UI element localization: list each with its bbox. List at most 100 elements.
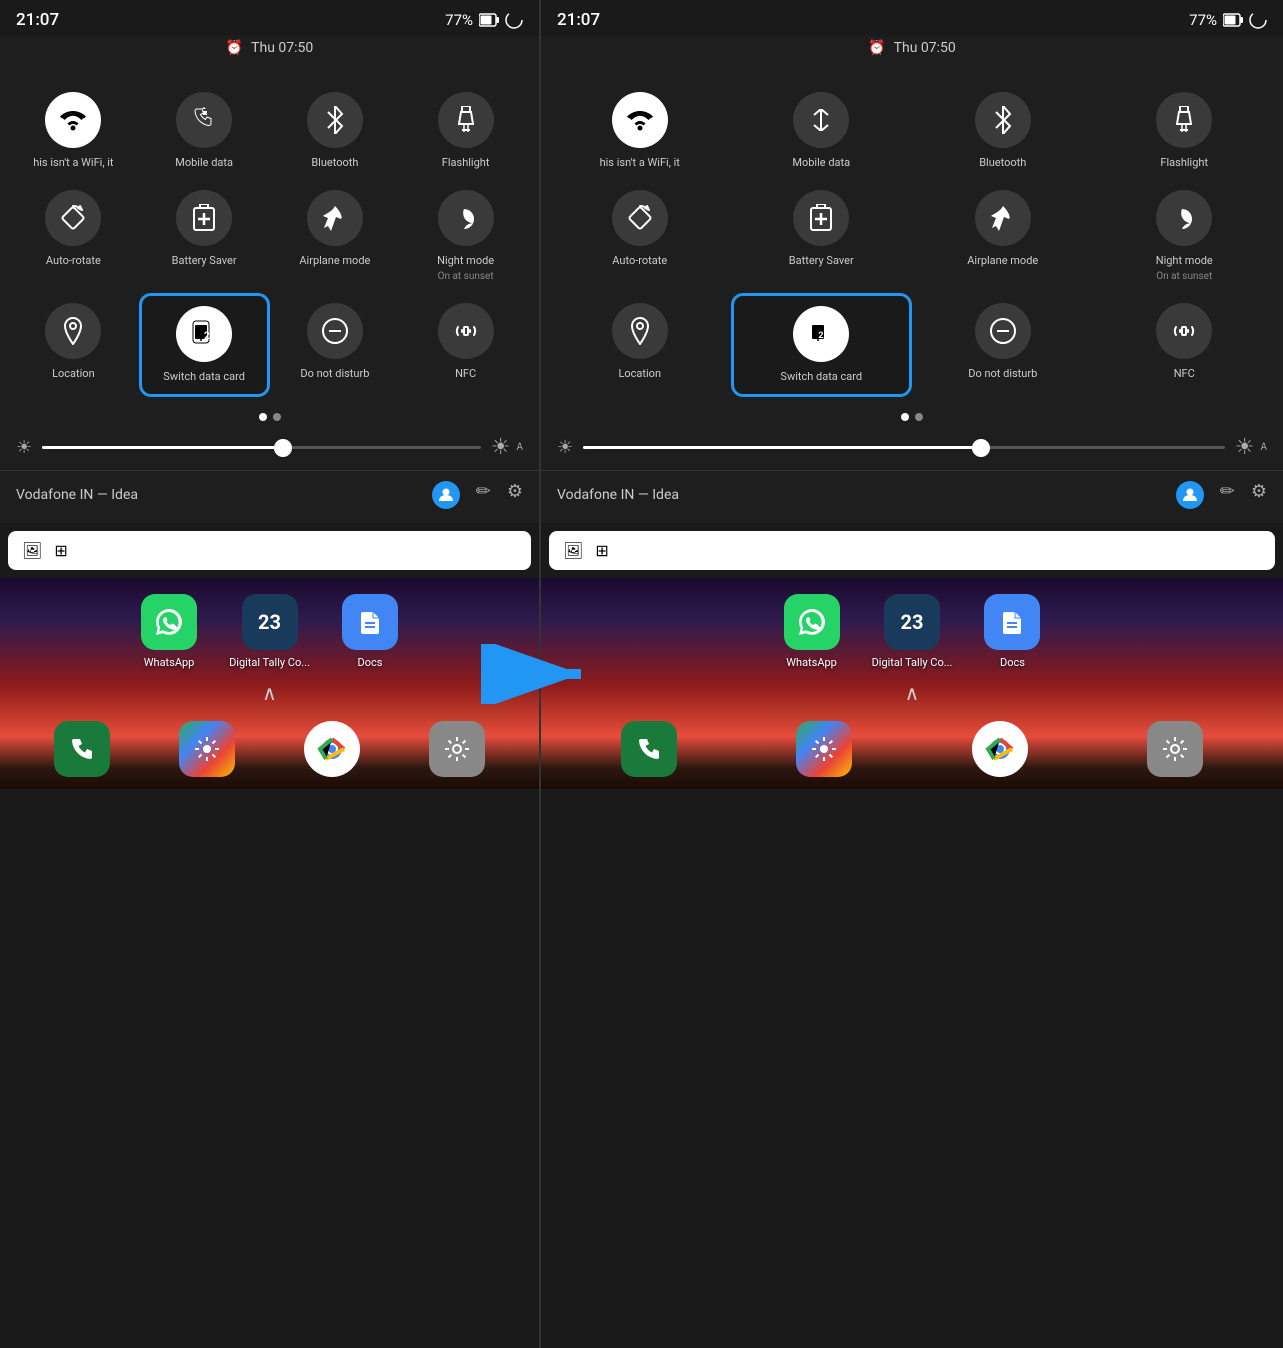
tally-icon-left: 23 [242,594,298,650]
brightness-row-right: ☀ ☀ A [541,429,1283,470]
mobile-label-left: Mobile data [175,156,233,170]
status-bar-right: 21:07 77% [541,0,1283,36]
edit-icon-right[interactable]: ✏ [1220,481,1235,509]
qs-mobile-left[interactable]: Mobile data [139,82,270,180]
app-row-left: WhatsApp 23 Digital Tally Co... [0,578,539,677]
qs-nfc-left[interactable]: NFC [400,293,531,397]
qs-switchdata-right[interactable]: 2 Switch data card [731,293,913,397]
dock-chrome-right[interactable] [972,721,1028,777]
qs-airplane-left[interactable]: Airplane mode [270,180,401,293]
whatsapp-item-left[interactable]: WhatsApp [141,594,197,669]
switchdata-label-right: Switch data card [780,370,862,384]
dock-phone-right[interactable] [621,721,677,777]
qs-wifi-right[interactable]: his isn't a WiFi, it [549,82,731,180]
qs-dnd-left[interactable]: Do not disturb [270,293,401,397]
qs-dnd-right[interactable]: Do not disturb [912,293,1094,397]
tally-label-left: Digital Tally Co... [229,656,310,669]
right-panel: 21:07 77% ⏰ Thu 07:50 [541,0,1283,1348]
dock-phone-left[interactable] [54,721,110,777]
switchdata-icon-right: 2 [793,306,849,362]
whatsapp-label-right: WhatsApp [786,656,837,669]
qs-flashlight-left[interactable]: Flashlight [400,82,531,180]
wifi-label-left: his isn't a WiFi, it [33,156,113,170]
dock-photos-right[interactable] [796,721,852,777]
brightness-thumb-right [972,439,990,457]
docs-item-left[interactable]: Docs [342,594,398,669]
nightmode-label-right: Night modeOn at sunset [1156,254,1213,283]
flashlight-icon-right [1156,92,1212,148]
qs-airplane-right[interactable]: Airplane mode [912,180,1094,293]
qs-switchdata-left[interactable]: 2 Switch data card [139,293,270,397]
up-chevron-left[interactable]: ∧ [0,677,539,709]
battery-saver-icon-left [176,190,232,246]
search-bar-right[interactable]: 🖼 ⊞ [549,531,1275,570]
dock-chrome-left[interactable] [304,721,360,777]
airplane-icon-right [975,190,1031,246]
brightness-high-icon-left: ☀ [491,435,511,460]
account-row-right: Vodafone IN — Idea ✏ ⚙ [541,470,1283,519]
qs-wifi-left[interactable]: his isn't a WiFi, it [8,82,139,180]
mobile-icon-left [176,92,232,148]
brightness-slider-left[interactable] [42,446,481,449]
settings-icon-right[interactable]: ⚙ [1251,481,1267,509]
whatsapp-item-right[interactable]: WhatsApp [784,594,840,669]
dock-settings-left[interactable] [429,721,485,777]
svg-text:2: 2 [204,331,210,342]
account-icons-left: ✏ ⚙ [432,481,523,509]
up-chevron-right[interactable]: ∧ [541,677,1283,709]
image-search-icon-left: 🖼 [22,541,42,560]
brightness-slider-right[interactable] [583,446,1225,449]
qs-mobile-right[interactable]: Mobile data [731,82,913,180]
nfc-icon-left [438,303,494,359]
settings-icon-left[interactable]: ⚙ [507,481,523,509]
qs-battery-left[interactable]: Battery Saver [139,180,270,293]
battery-left: 77% [445,11,473,29]
brightness-low-icon-right: ☀ [557,437,573,458]
bluetooth-icon-right [975,92,1031,148]
tally-item-left[interactable]: 23 Digital Tally Co... [229,594,310,669]
qs-nightmode-right[interactable]: Night modeOn at sunset [1094,180,1276,293]
search-bar-left[interactable]: 🖼 ⊞ [8,531,531,570]
dots-right [541,405,1283,429]
qs-autorotate-left[interactable]: Auto-rotate [8,180,139,293]
time-right: 21:07 [557,10,600,30]
account-person-icon-left[interactable] [432,481,460,509]
docs-label-left: Docs [357,656,382,669]
brightness-high-icon-right: ☀ [1235,435,1255,460]
qs-autorotate-right[interactable]: Auto-rotate [549,180,731,293]
time-left: 21:07 [16,10,59,30]
alarm-time-right: Thu 07:50 [894,40,956,56]
account-person-icon-right[interactable] [1176,481,1204,509]
docs-icon-right [984,594,1040,650]
dot2-left [273,413,281,421]
docs-item-right[interactable]: Docs [984,594,1040,669]
account-name-right: Vodafone IN — Idea [557,487,1176,503]
qs-nightmode-left[interactable]: Night modeOn at sunset [400,180,531,293]
qs-flashlight-right[interactable]: Flashlight [1094,82,1276,180]
brightness-row-left: ☀ ☀ A [0,429,539,470]
flashlight-label-right: Flashlight [1160,156,1208,170]
autorotate-label-left: Auto-rotate [46,254,101,268]
qs-location-left[interactable]: Location [8,293,139,397]
tally-item-right[interactable]: 23 Digital Tally Co... [872,594,953,669]
brightness-auto-label-left: A [516,442,523,453]
qs-bluetooth-right[interactable]: Bluetooth [912,82,1094,180]
dock-settings-right[interactable] [1147,721,1203,777]
docs-icon-left [342,594,398,650]
dock-photos-left[interactable] [179,721,235,777]
flashlight-label-left: Flashlight [442,156,490,170]
edit-icon-left[interactable]: ✏ [476,481,491,509]
alarm-row-left: ⏰ Thu 07:50 [0,36,539,66]
tally-icon-right: 23 [884,594,940,650]
whatsapp-label-left: WhatsApp [144,656,195,669]
qs-nfc-right[interactable]: NFC [1094,293,1276,397]
location-icon-left [45,303,101,359]
dots-left [0,405,539,429]
location-label-left: Location [52,367,95,381]
dock-left [0,709,539,789]
mobile-icon-right [793,92,849,148]
qs-bluetooth-left[interactable]: Bluetooth [270,82,401,180]
qs-battery-right[interactable]: Battery Saver [731,180,913,293]
qs-location-right[interactable]: Location [549,293,731,397]
dnd-icon-left [307,303,363,359]
